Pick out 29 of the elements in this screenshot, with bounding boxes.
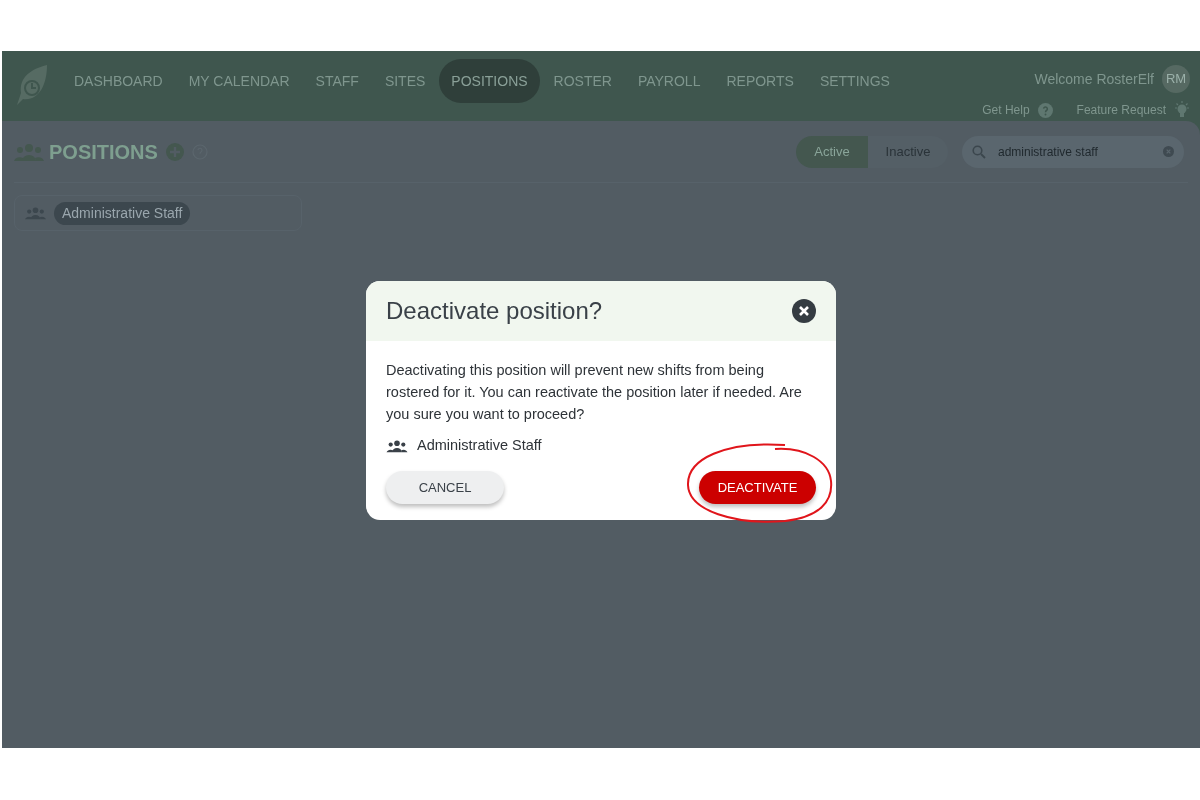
clear-icon[interactable] — [1163, 145, 1174, 157]
nav-tab[interactable]: REPORTS — [714, 59, 806, 103]
help-icon[interactable] — [1037, 102, 1053, 118]
feature-request-link[interactable]: Feature Request — [1076, 101, 1166, 119]
nav-tab[interactable]: PAYROLL — [625, 59, 713, 103]
lightbulb-icon[interactable] — [1174, 101, 1190, 119]
close-icon[interactable] — [792, 299, 816, 323]
welcome-text: Welcome RosterElf — [1034, 69, 1154, 89]
nav-tab[interactable]: DASHBOARD — [62, 59, 175, 103]
nav-tab[interactable]: SITES — [372, 59, 438, 103]
people-icon — [386, 438, 408, 453]
search-icon — [972, 144, 986, 159]
dialog-title: Deactivate position? — [386, 296, 603, 326]
position-tag: Administrative Staff — [54, 201, 191, 225]
position-name: Administrative Staff — [417, 436, 542, 455]
dialog-message: Deactivating this position will prevent new shifts from being rostered for it. You can reactivate the position later if needed. Are you sure you want to proceed? — [386, 361, 803, 424]
user-avatar[interactable]: RM — [1162, 65, 1190, 93]
filter-toggle[interactable]: Active — [796, 135, 868, 168]
help-link[interactable]: Get Help — [982, 101, 1030, 119]
nav-tab[interactable]: ROSTER — [541, 59, 624, 103]
page-title: POSITIONS — [49, 139, 158, 165]
nav-tab[interactable]: MY CALENDAR — [176, 59, 302, 103]
deactivate-button[interactable]: DEACTIVATE — [699, 470, 816, 504]
cancel-button[interactable]: CANCEL — [386, 470, 504, 504]
nav-tab[interactable]: STAFF — [303, 59, 371, 103]
nav-tab[interactable]: SETTINGS — [807, 59, 902, 103]
nav-tab[interactable]: POSITIONS — [439, 59, 540, 103]
position-card[interactable]: Administrative Staff — [14, 195, 302, 231]
search-field[interactable]: administrative staff — [962, 135, 1184, 168]
